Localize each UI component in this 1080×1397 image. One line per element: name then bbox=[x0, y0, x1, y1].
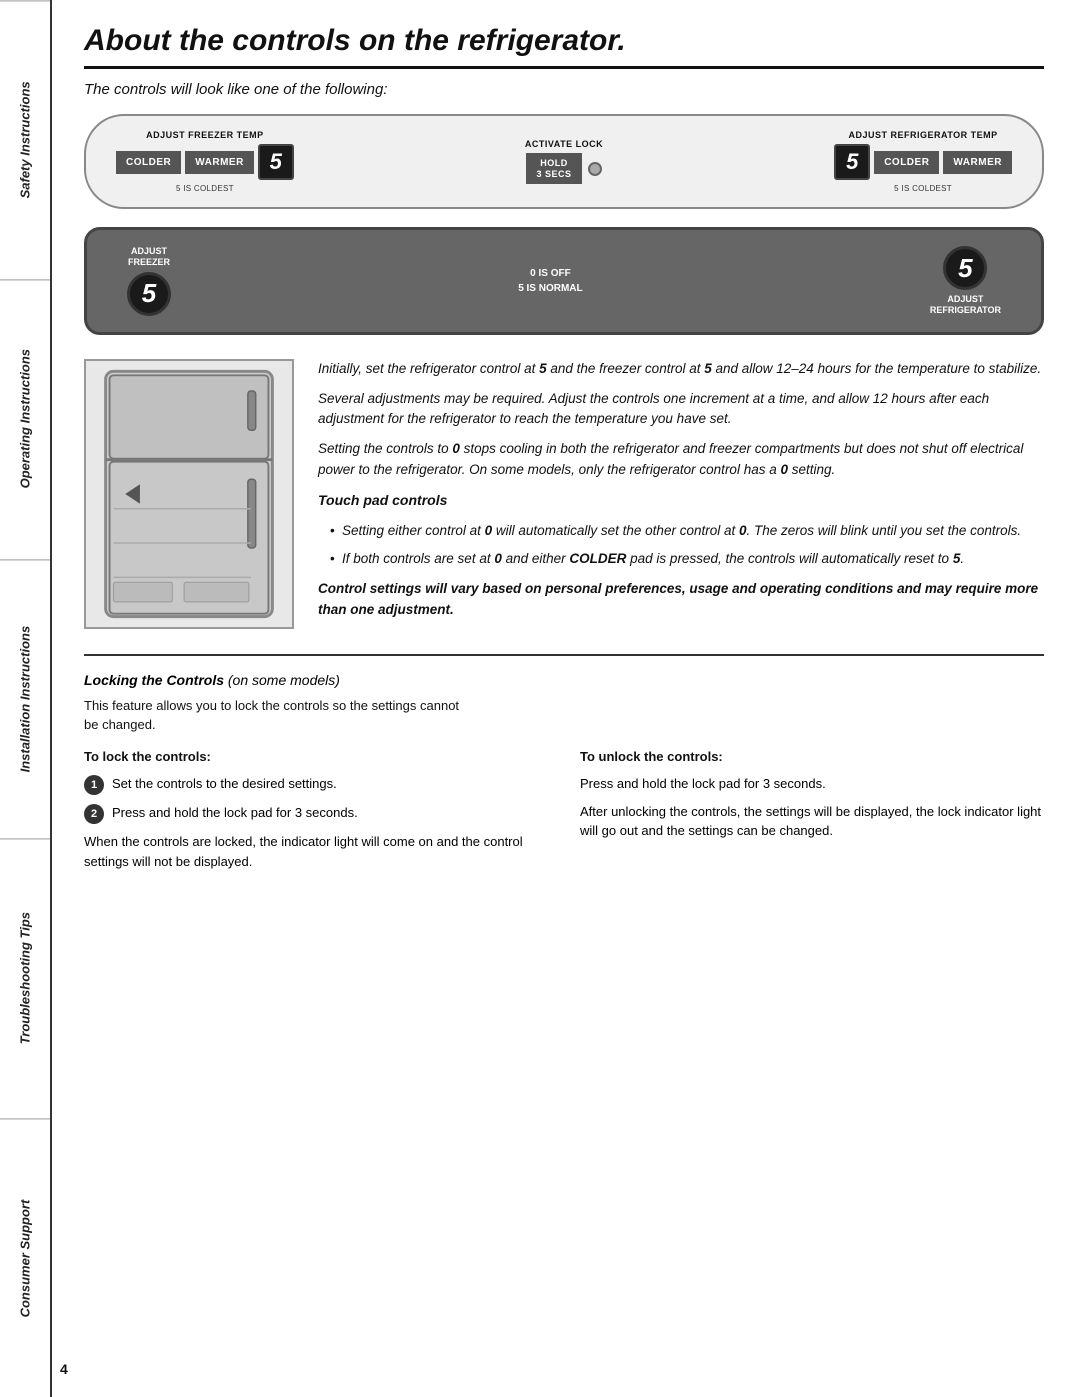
freezer-digit: 5 bbox=[258, 144, 294, 180]
panel2-freezer-digit: 5 bbox=[127, 272, 171, 316]
para2: Several adjustments may be required. Adj… bbox=[318, 389, 1044, 430]
freezer-colder-button[interactable]: COLDER bbox=[116, 151, 181, 174]
refrigerator-digit: 5 bbox=[834, 144, 870, 180]
control-panels: ADJUST FREEZER TEMP COLDER WARMER 5 5 IS… bbox=[84, 114, 1044, 335]
freezer-label: ADJUST FREEZER TEMP bbox=[146, 130, 264, 140]
sidebar-tab-operating: Operating Instructions bbox=[0, 279, 50, 558]
sidebar: Safety Instructions Operating Instructio… bbox=[0, 0, 52, 1397]
lock-col-title: To lock the controls: bbox=[84, 747, 548, 767]
panel2: ADJUSTFREEZER 5 0 IS OFF 5 IS NORMAL 5 A… bbox=[84, 227, 1044, 335]
panel2-refrigerator-digit: 5 bbox=[943, 246, 987, 290]
section-divider bbox=[84, 654, 1044, 656]
page-number: 4 bbox=[60, 1361, 68, 1377]
instructions-text: Initially, set the refrigerator control … bbox=[318, 359, 1044, 630]
lock-indicator-light bbox=[588, 162, 602, 176]
sidebar-tab-consumer: Consumer Support bbox=[0, 1118, 50, 1397]
unlock-col-title: To unlock the controls: bbox=[580, 747, 1044, 767]
fridge-illustration bbox=[84, 359, 294, 629]
lock-step-2-text: Press and hold the lock pad for 3 second… bbox=[112, 803, 358, 823]
lock-columns: To lock the controls: 1 Set the controls… bbox=[84, 747, 1044, 880]
activate-lock-label: ACTIVATE LOCK bbox=[525, 139, 603, 149]
hold-button[interactable]: HOLD3 SECS bbox=[526, 153, 581, 185]
refrigerator-colder-button[interactable]: COLDER bbox=[874, 151, 939, 174]
sidebar-tab-installation: Installation Instructions bbox=[0, 559, 50, 838]
panel2-freezer-section: ADJUSTFREEZER 5 bbox=[127, 246, 171, 316]
panel2-refrigerator-label: ADJUSTREFRIGERATOR bbox=[930, 294, 1001, 316]
lock-step-2: 2 Press and hold the lock pad for 3 seco… bbox=[84, 803, 548, 824]
panel2-refrigerator-section: 5 ADJUSTREFRIGERATOR bbox=[930, 246, 1001, 316]
freezer-warmer-button[interactable]: WARMER bbox=[185, 151, 254, 174]
refrigerator-section: ADJUST REFRIGERATOR TEMP 5 COLDER WARMER… bbox=[834, 130, 1012, 193]
step-1-circle: 1 bbox=[84, 775, 104, 795]
touch-pad-heading: Touch pad controls bbox=[318, 490, 1044, 511]
unlock-step1: Press and hold the lock pad for 3 second… bbox=[580, 774, 1044, 794]
sidebar-tab-safety: Safety Instructions bbox=[0, 0, 50, 279]
page-title: About the controls on the refrigerator. bbox=[84, 24, 1044, 69]
refrigerator-buttons: 5 COLDER WARMER bbox=[834, 144, 1012, 180]
bullet-item-2: If both controls are set at 0 and either… bbox=[330, 549, 1044, 569]
panel2-center: 0 IS OFF 5 IS NORMAL bbox=[518, 266, 582, 296]
bullet-list: Setting either control at 0 will automat… bbox=[318, 521, 1044, 570]
locking-description: This feature allows you to lock the cont… bbox=[84, 696, 464, 735]
para3: Setting the controls to 0 stops cooling … bbox=[318, 439, 1044, 480]
freezer-coldest-label: 5 IS COLDEST bbox=[176, 184, 234, 193]
lock-note: When the controls are locked, the indica… bbox=[84, 832, 548, 871]
panel2-center-text: 0 IS OFF 5 IS NORMAL bbox=[518, 266, 582, 296]
panel1: ADJUST FREEZER TEMP COLDER WARMER 5 5 IS… bbox=[84, 114, 1044, 209]
unlock-note: After unlocking the controls, the settin… bbox=[580, 802, 1044, 841]
freezer-section: ADJUST FREEZER TEMP COLDER WARMER 5 5 IS… bbox=[116, 130, 294, 193]
main-content: About the controls on the refrigerator. … bbox=[52, 0, 1080, 903]
bold-warning: Control settings will vary based on pers… bbox=[318, 579, 1044, 620]
lock-step-1: 1 Set the controls to the desired settin… bbox=[84, 774, 548, 795]
refrigerator-label: ADJUST REFRIGERATOR TEMP bbox=[848, 130, 997, 140]
middle-section: Initially, set the refrigerator control … bbox=[84, 359, 1044, 630]
sidebar-tab-troubleshooting: Troubleshooting Tips bbox=[0, 838, 50, 1117]
subtitle: The controls will look like one of the f… bbox=[84, 81, 1044, 98]
refrigerator-warmer-button[interactable]: WARMER bbox=[943, 151, 1012, 174]
locking-section: Locking the Controls (on some models) Th… bbox=[84, 672, 1044, 880]
refrigerator-coldest-label: 5 IS COLDEST bbox=[894, 184, 952, 193]
step-2-circle: 2 bbox=[84, 804, 104, 824]
freezer-buttons: COLDER WARMER 5 bbox=[116, 144, 294, 180]
locking-title: Locking the Controls (on some models) bbox=[84, 672, 1044, 688]
lock-step-1-text: Set the controls to the desired settings… bbox=[112, 774, 337, 794]
lock-col-right: To unlock the controls: Press and hold t… bbox=[580, 747, 1044, 880]
panel2-freezer-label: ADJUSTFREEZER bbox=[128, 246, 170, 268]
lock-col-left: To lock the controls: 1 Set the controls… bbox=[84, 747, 548, 880]
para1: Initially, set the refrigerator control … bbox=[318, 359, 1044, 379]
bullet-item-1: Setting either control at 0 will automat… bbox=[330, 521, 1044, 541]
lock-section: ACTIVATE LOCK HOLD3 SECS bbox=[525, 139, 603, 185]
lock-indicator-row: HOLD3 SECS bbox=[526, 153, 601, 185]
